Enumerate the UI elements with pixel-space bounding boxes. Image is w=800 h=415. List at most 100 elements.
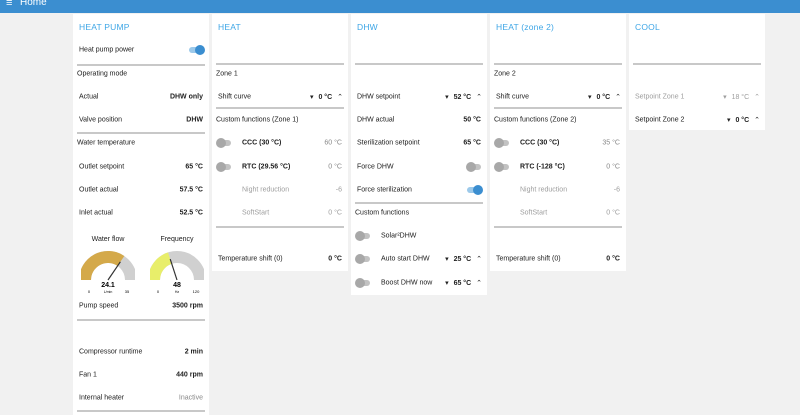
gauge-title: Frequency — [160, 236, 194, 243]
setpoint-zone-1-control[interactable]: ▾ 18 °C ⌃ — [720, 93, 760, 101]
shift-curve-control[interactable]: ▾ 0 °C ⌃ — [585, 93, 621, 101]
hamburger-menu-icon[interactable]: ≡ — [6, 0, 12, 9]
ccc-temp: (30 °C) — [259, 139, 282, 147]
temperature-shift-row: Temperature shift (0) 0 °C — [490, 249, 626, 269]
row-label: Shift curve — [496, 93, 530, 101]
chevron-down-icon[interactable]: ▾ — [445, 93, 449, 101]
row-label: Pump speed — [79, 302, 119, 310]
dhw-setpoint-control[interactable]: ▾ 52 °C ⌃ — [442, 93, 482, 101]
force-sterilization-toggle[interactable] — [467, 185, 483, 195]
chevron-down-icon[interactable]: ▾ — [723, 93, 727, 101]
row-label: RTC (29.56 °C) — [242, 164, 290, 171]
row-label: Shift curve — [218, 93, 252, 101]
gauge-min: 0 — [157, 289, 160, 294]
row-value: 0 °C — [606, 163, 620, 171]
boost-dhw-toggle[interactable] — [355, 278, 370, 288]
row-value: 0 °C — [606, 209, 620, 217]
chevron-down-icon[interactable]: ▾ — [445, 279, 449, 287]
dhw-actual-row: DHW actual 50 °C — [351, 110, 487, 130]
heat-pump-power-toggle[interactable] — [189, 45, 205, 55]
softstart-row: SoftStart 0 °C — [212, 203, 348, 223]
shift-curve-row[interactable]: Shift curve ▾ 0 °C ⌃ — [490, 87, 626, 107]
ccc-toggle[interactable] — [216, 138, 231, 148]
section-label: Zone 1 — [216, 70, 238, 78]
row-value: 52.5 °C — [179, 209, 203, 217]
row-label: Outlet actual — [79, 186, 119, 194]
ccc-temp: (30 °C) — [537, 139, 560, 147]
gauge-title: Water flow — [91, 236, 125, 243]
section-label: Water temperature — [77, 139, 136, 147]
row-label: Night reduction — [242, 186, 290, 194]
row-label: Force DHW — [357, 163, 394, 171]
row-label: Actual — [79, 93, 99, 101]
force-dhw-toggle[interactable] — [466, 162, 481, 172]
dhw-setpoint-row[interactable]: DHW setpoint ▾ 52 °C ⌃ — [351, 87, 487, 107]
row-label: Heat pump power — [79, 46, 135, 54]
setpoint-zone-2-control[interactable]: ▾ 0 °C ⌃ — [724, 116, 760, 124]
ccc-label: CCC — [242, 139, 258, 147]
zone-1-header: Zone 1 — [212, 64, 348, 84]
outlet-setpoint-row: Outlet setpoint 65 °C — [73, 157, 209, 177]
row-value: 440 rpm — [176, 371, 203, 379]
chevron-up-icon[interactable]: ⌃ — [476, 255, 482, 263]
row-label: Fan 1 — [79, 371, 97, 379]
custom-functions-header: Custom functions — [351, 203, 487, 223]
chevron-down-icon[interactable]: ▾ — [445, 255, 449, 263]
rtc-row: RTC (29.56 °C) 0 °C — [212, 157, 348, 177]
shift-curve-control[interactable]: ▾ 0 °C ⌃ — [307, 93, 343, 101]
chevron-up-icon[interactable]: ⌃ — [754, 116, 760, 124]
operating-mode-header: Operating mode — [73, 64, 209, 84]
row-value: 65 °C — [185, 163, 203, 171]
chevron-down-icon[interactable]: ▾ — [727, 116, 731, 124]
gauge-fill — [148, 252, 173, 281]
water-flow-gauge: Water flow 24.1 L/min 0 35 — [79, 236, 137, 298]
section-label: Zone 2 — [494, 70, 516, 78]
rtc-toggle[interactable] — [216, 162, 231, 172]
boost-control[interactable]: ▾ 65 °C ⌃ — [442, 279, 482, 287]
chevron-up-icon[interactable]: ⌃ — [615, 93, 621, 101]
row-label: Internal heater — [79, 394, 125, 402]
row-value: 2 min — [184, 348, 203, 356]
card-title: COOL — [635, 22, 660, 32]
gauge-max: 35 — [125, 289, 130, 294]
row-label: Setpoint Zone 1 — [635, 93, 685, 101]
chevron-down-icon[interactable]: ▾ — [588, 93, 592, 101]
gauge-needle — [107, 261, 121, 281]
pump-speed-row: Pump speed 3500 rpm — [73, 296, 209, 316]
card-title: HEAT — [218, 22, 241, 32]
chevron-up-icon[interactable]: ⌃ — [476, 279, 482, 287]
setpoint-zone-1-value: 18 °C — [731, 94, 750, 101]
row-value: 0 °C — [328, 163, 342, 171]
rtc-temp: (29.56 °C) — [258, 163, 291, 171]
chevron-up-icon[interactable]: ⌃ — [337, 93, 343, 101]
row-value: -6 — [335, 186, 342, 194]
setpoint-zone-1-row[interactable]: Setpoint Zone 1 ▾ 18 °C ⌃ — [629, 87, 765, 107]
chevron-up-icon[interactable]: ⌃ — [754, 93, 760, 101]
row-label: Solar²DHW — [381, 232, 417, 240]
shift-curve-value: 0 °C — [596, 94, 611, 101]
shift-curve-row[interactable]: Shift curve ▾ 0 °C ⌃ — [212, 87, 348, 107]
solar-dhw-toggle[interactable] — [355, 231, 370, 241]
divider — [494, 107, 622, 109]
auto-start-dhw-toggle[interactable] — [355, 254, 370, 264]
ccc-row: CCC (30 °C) 35 °C — [490, 133, 626, 153]
rtc-toggle[interactable] — [494, 162, 509, 172]
valve-position-row: Valve position DHW — [73, 110, 209, 130]
row-value: 50 °C — [463, 116, 481, 124]
row-label: SoftStart — [520, 209, 548, 217]
row-label: Boost DHW now — [381, 279, 433, 287]
divider — [216, 226, 344, 228]
row-value: 35 °C — [602, 139, 620, 147]
auto-start-control[interactable]: ▾ 25 °C ⌃ — [442, 255, 482, 263]
heat-pump-power-row: Heat pump power — [73, 40, 209, 60]
row-label: Compressor runtime — [79, 348, 143, 356]
chevron-down-icon[interactable]: ▾ — [310, 93, 314, 101]
row-label: Force sterilization — [357, 186, 412, 194]
force-dhw-row: Force DHW — [351, 157, 487, 177]
setpoint-zone-2-row[interactable]: Setpoint Zone 2 ▾ 0 °C ⌃ — [629, 110, 765, 130]
auto-start-dhw-row[interactable]: Auto start DHW ▾ 25 °C ⌃ — [351, 249, 487, 269]
boost-dhw-row[interactable]: Boost DHW now ▾ 65 °C ⌃ — [351, 273, 487, 293]
chevron-up-icon[interactable]: ⌃ — [476, 93, 482, 101]
ccc-toggle[interactable] — [494, 138, 509, 148]
row-value: DHW only — [169, 93, 203, 101]
